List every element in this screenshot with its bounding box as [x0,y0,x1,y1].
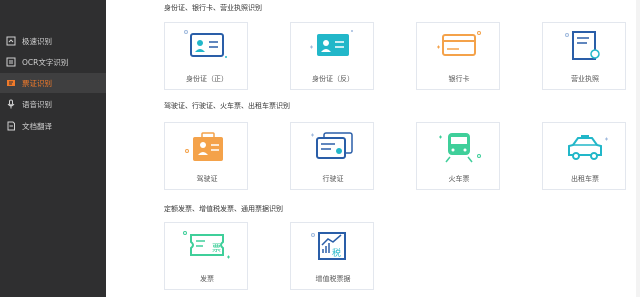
card-label: 银行卡 [448,75,470,83]
sidebar-item-doc-translate[interactable]: 文档翻译 [0,116,106,136]
vat-icon-text: 税 [332,247,341,259]
card-label: 增值税票据 [315,275,351,283]
invoice-icon-text: 票 [212,243,221,254]
card-train-ticket[interactable]: 火车票 [416,122,500,190]
main-content: 身份证、银行卡、营业执照识别 身份证（正） 身份证（反） 银行卡 营业执照 驾驶… [106,0,640,297]
app-window: 极速识别 OCR文字识别 票证识别 语音识别 文档翻译 身份证、银行卡、营业执照… [0,0,640,297]
card-label: 身份证（正） [186,75,228,83]
section-title: 驾驶证、行驶证、火车票、出租车票识别 [164,102,290,110]
card-driver-license[interactable]: 驾驶证 [164,122,248,190]
card-label: 行驶证 [322,175,344,183]
section-title: 身份证、银行卡、营业执照识别 [164,4,262,12]
card-bank-card[interactable]: 银行卡 [416,22,500,90]
ticket-icon [6,78,16,88]
card-business-license[interactable]: 营业执照 [542,22,626,90]
microphone-icon [6,99,16,109]
card-label: 火车票 [448,175,470,183]
card-taxi-ticket[interactable]: 出租车票 [542,122,626,190]
sidebar-item-label: 票证识别 [22,78,52,88]
card-label: 出租车票 [571,175,599,183]
sidebar-item-label: 语音识别 [22,99,52,109]
ocr-icon [6,57,16,67]
card-vat-invoice[interactable]: 税 增值税票据 [290,222,374,290]
document-translate-icon [6,121,16,131]
card-id-back[interactable]: 身份证（反） [290,22,374,90]
card-id-front[interactable]: 身份证（正） [164,22,248,90]
card-label: 营业执照 [571,75,599,83]
upload-icon [6,36,16,46]
card-label: 发票 [200,275,214,283]
sidebar: 极速识别 OCR文字识别 票证识别 语音识别 文档翻译 [0,0,106,297]
sidebar-item-label: 文档翻译 [22,121,52,131]
card-label: 驾驶证 [196,175,218,183]
sidebar-item-label: OCR文字识别 [22,57,69,67]
card-vehicle-license[interactable]: 行驶证 [290,122,374,190]
card-label: 身份证（反） [312,75,354,83]
vertical-scrollbar[interactable] [636,0,640,297]
section-title: 定额发票、增值税发票、通用票据识别 [164,205,283,213]
sidebar-item-label: 极速识别 [22,36,52,46]
sidebar-item-ocr[interactable]: OCR文字识别 [0,52,106,72]
sidebar-item-voice[interactable]: 语音识别 [0,94,106,114]
card-invoice[interactable]: 票 发票 [164,222,248,290]
sidebar-item-fast-recognition[interactable]: 极速识别 [0,31,106,51]
sidebar-item-ticket[interactable]: 票证识别 [0,73,106,93]
